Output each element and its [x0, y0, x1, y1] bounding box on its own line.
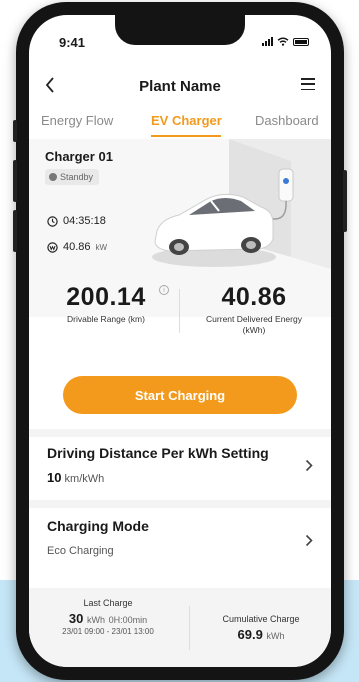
last-charge-amount: 30	[68, 611, 84, 626]
power-unit: kW	[95, 242, 108, 252]
page-title: Plant Name	[139, 78, 221, 95]
power-value: 40.86	[63, 241, 91, 253]
power-button	[343, 170, 347, 232]
tab-dashboard[interactable]: Dashboard	[255, 113, 319, 128]
cumulative-value: 69.9 kWh	[195, 627, 327, 642]
distance-value: 10	[47, 470, 62, 485]
section-separator	[29, 500, 331, 508]
app-header: Plant Name	[29, 71, 331, 101]
status-time: 9:41	[59, 35, 86, 50]
status-badge: Standby	[45, 169, 100, 185]
chevron-right-icon	[305, 459, 313, 472]
drivable-range-metric: 200.14 Drivable Range (km) i	[41, 283, 171, 325]
status-label: Standby	[60, 172, 94, 182]
status-icons	[262, 37, 309, 46]
cumulative-charge: Cumulative Charge 69.9 kWh	[195, 614, 327, 642]
cumulative-unit: kWh	[266, 631, 285, 641]
charging-mode-setting[interactable]: Charging Mode Eco Charging	[29, 508, 331, 580]
volume-down-button	[13, 210, 17, 252]
delivered-energy-metric: 40.86 Current Delivered Energy (kWh)	[189, 283, 319, 336]
last-charge-label: Last Charge	[83, 598, 133, 608]
mute-switch	[13, 120, 17, 142]
section-separator	[29, 429, 331, 437]
driving-distance-setting[interactable]: Driving Distance Per kWh Setting 10 km/k…	[29, 437, 331, 499]
distance-unit: km/kWh	[64, 473, 105, 485]
last-charge-duration: 0H:00min	[108, 615, 148, 625]
charge-power: 40.86 kW	[47, 241, 107, 253]
cumulative-label: Cumulative Charge	[222, 614, 300, 624]
notch	[115, 15, 245, 45]
clock-icon	[47, 215, 58, 227]
last-charge-unit: kWh	[86, 615, 105, 625]
charger-name: Charger 01	[45, 149, 113, 164]
duration-value: 04:35:18	[63, 215, 106, 227]
charge-summary: Last Charge 30 kWh 0H:00min 23/01 09:00 …	[29, 588, 331, 667]
signal-icon	[262, 37, 273, 46]
energy-label-line1: Current Delivered Energy	[206, 314, 302, 324]
distance-setting-title: Driving Distance Per kWh Setting	[47, 445, 269, 461]
phone-frame: 9:41 Plant Name Energy Flow EV Charger D…	[13, 2, 347, 680]
start-charging-button[interactable]: Start Charging	[63, 376, 297, 414]
last-charge-range: 23/01 09:00 - 23/01 13:00	[62, 627, 154, 636]
chevron-right-icon	[305, 534, 313, 547]
tab-bar: Energy Flow EV Charger Dashboard	[29, 107, 331, 139]
metrics-divider	[179, 289, 180, 333]
charge-duration: 04:35:18	[47, 215, 106, 227]
status-dot-icon	[49, 173, 57, 181]
info-icon[interactable]: i	[159, 285, 169, 295]
power-meter-icon	[47, 241, 58, 253]
active-tab-indicator	[151, 135, 221, 137]
range-label: Drivable Range (km)	[67, 314, 145, 324]
range-value: 200.14	[66, 283, 146, 311]
battery-icon	[293, 37, 309, 46]
phone-screen: 9:41 Plant Name Energy Flow EV Charger D…	[29, 15, 331, 667]
energy-label: Current Delivered Energy (kWh)	[189, 314, 319, 336]
wifi-icon	[277, 37, 289, 46]
metrics-panel: 200.14 Drivable Range (km) i 40.86 Curre…	[29, 283, 331, 363]
charging-mode-value: Eco Charging	[47, 545, 114, 557]
cumulative-amount: 69.9	[237, 627, 263, 642]
summary-divider	[189, 606, 190, 650]
tab-energy-flow[interactable]: Energy Flow	[41, 113, 113, 128]
tab-ev-charger[interactable]: EV Charger	[151, 113, 222, 128]
energy-value: 40.86	[221, 283, 287, 311]
last-charge: Last Charge 30 kWh 0H:00min 23/01 09:00 …	[33, 598, 183, 636]
menu-icon[interactable]	[301, 78, 315, 90]
energy-label-line2: (kWh)	[242, 325, 266, 335]
volume-up-button	[13, 160, 17, 202]
last-charge-value: 30 kWh 0H:00min	[33, 611, 183, 626]
charging-mode-title: Charging Mode	[47, 518, 149, 534]
distance-setting-value: 10 km/kWh	[47, 470, 104, 485]
